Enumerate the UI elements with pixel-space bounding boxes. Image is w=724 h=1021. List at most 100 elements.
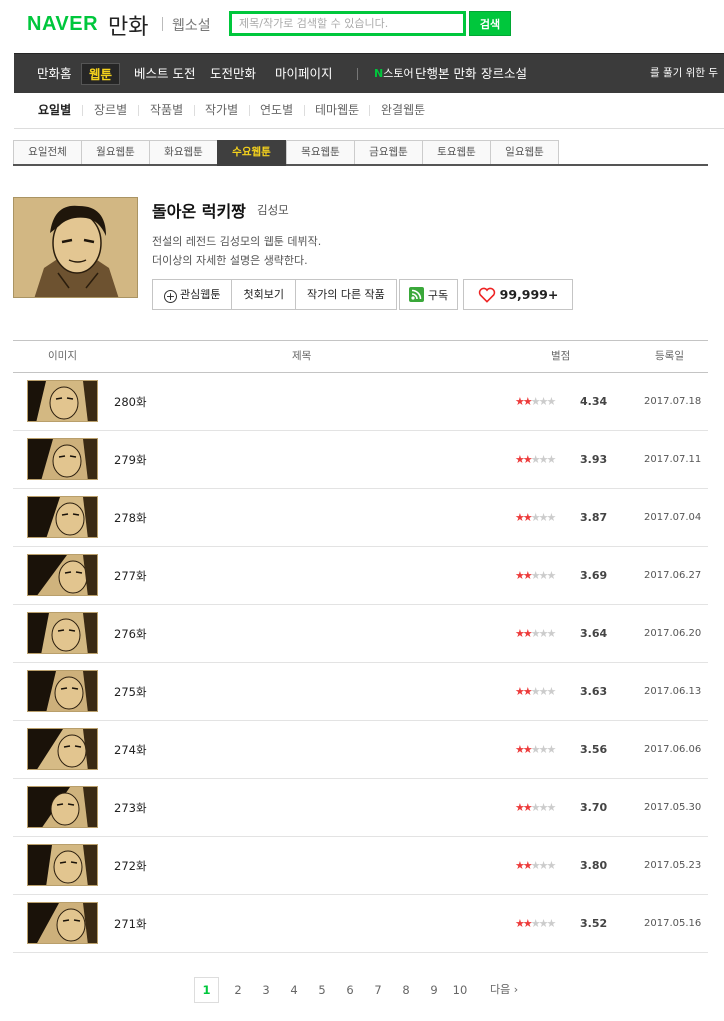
tab-sunday[interactable]: 일요웹툰 — [490, 140, 559, 164]
table-row[interactable]: 271화 ★★★★★ 3.52 2017.05.16 — [13, 895, 708, 953]
search-input[interactable] — [232, 14, 463, 33]
episode-title[interactable]: 279화 — [114, 431, 147, 489]
page-9-link[interactable]: 9 — [424, 977, 444, 1003]
comic-author[interactable]: 김성모 — [257, 202, 289, 218]
tab-thursday[interactable]: 목요웹툰 — [286, 140, 355, 164]
manhwa-logo[interactable]: 만화 — [108, 9, 148, 41]
comic-desc-line: 더이상의 자세한 설명은 생략한다. — [152, 254, 308, 267]
nav-webtoon[interactable]: 웹툰 — [81, 63, 121, 85]
tab-wednesday[interactable]: 수요웹툰 — [217, 140, 286, 166]
star-filled-icon: ★ — [522, 569, 533, 582]
table-row[interactable]: 274화 ★★★★★ 3.56 2017.06.06 — [13, 721, 708, 779]
episode-date: 2017.06.20 — [644, 628, 702, 639]
rss-subscribe-button[interactable]: 구독 — [399, 279, 458, 310]
nav-banner-text[interactable]: 를 풀기 위한 두 — [650, 54, 718, 93]
table-row[interactable]: 276화 ★★★★★ 3.64 2017.06.20 — [13, 605, 708, 663]
star-empty-icon: ★ — [530, 395, 541, 408]
star-filled-icon: ★ — [522, 627, 533, 640]
episode-title[interactable]: 273화 — [114, 779, 147, 837]
subnav-by-year[interactable]: 연도별 — [260, 93, 293, 128]
page-6-link[interactable]: 6 — [340, 977, 360, 1003]
table-row[interactable]: 275화 ★★★★★ 3.63 2017.06.13 — [13, 663, 708, 721]
nav-challenge[interactable]: 도전만화 — [210, 54, 256, 93]
star-empty-icon: ★ — [538, 569, 549, 582]
table-row[interactable]: 279화 ★★★★★ 3.93 2017.07.11 — [13, 431, 708, 489]
table-row[interactable]: 272화 ★★★★★ 3.80 2017.05.23 — [13, 837, 708, 895]
episode-thumbnail[interactable] — [27, 554, 98, 596]
rss-icon — [408, 287, 424, 302]
favorite-button[interactable]: + 관심웹툰 — [153, 280, 231, 309]
episode-thumbnail[interactable] — [27, 612, 98, 654]
page-4-link[interactable]: 4 — [284, 977, 304, 1003]
episode-title[interactable]: 275화 — [114, 663, 147, 721]
episode-title[interactable]: 280화 — [114, 373, 147, 431]
episode-thumbnail[interactable] — [27, 728, 98, 770]
nav-nstore[interactable]: N스토어 › — [374, 54, 419, 93]
episode-thumbnail[interactable] — [27, 496, 98, 538]
episode-title[interactable]: 276화 — [114, 605, 147, 663]
episode-thumbnail[interactable] — [27, 380, 98, 422]
star-filled-icon: ★ — [522, 685, 533, 698]
nav-manhwa-home[interactable]: 만화홈 — [37, 54, 72, 93]
search-box — [229, 11, 466, 36]
page-1-link[interactable]: 1 — [194, 977, 219, 1003]
nav-best-challenge[interactable]: 베스트 도전 — [134, 54, 195, 93]
episode-thumbnail[interactable] — [27, 844, 98, 886]
tab-tuesday[interactable]: 화요웹툰 — [149, 140, 218, 164]
table-row[interactable]: 277화 ★★★★★ 3.69 2017.06.27 — [13, 547, 708, 605]
subnav-completed[interactable]: 완결웹툰 — [381, 93, 425, 128]
episode-title[interactable]: 274화 — [114, 721, 147, 779]
webnovel-link[interactable]: 웹소설 — [172, 15, 211, 35]
tab-saturday[interactable]: 토요웹툰 — [422, 140, 491, 164]
episode-thumbnail[interactable] — [27, 902, 98, 944]
episode-thumbnail[interactable] — [27, 670, 98, 712]
subnav-by-work[interactable]: 작품별 — [150, 93, 183, 128]
tab-friday[interactable]: 금요웹툰 — [354, 140, 423, 164]
star-filled-icon: ★ — [522, 801, 533, 814]
like-button[interactable]: 99,999+ — [463, 279, 573, 310]
comic-desc-line: 전설의 레전드 김성모의 웹툰 데뷔작. — [152, 235, 322, 248]
next-page-label: 다음 — [490, 983, 511, 996]
page-7-link[interactable]: 7 — [368, 977, 388, 1003]
page-2-link[interactable]: 2 — [228, 977, 248, 1003]
episode-thumbnail[interactable] — [27, 438, 98, 480]
main-nav: 만화홈 웹툰 베스트 도전 도전만화 마이페이지 N스토어 › 단행본 만화 장르… — [14, 53, 724, 93]
page-3-link[interactable]: 3 — [256, 977, 276, 1003]
comic-action-buttons: + 관심웹툰 첫회보기 작가의 다른 작품 — [152, 279, 397, 310]
tab-all-days[interactable]: 요일전체 — [13, 140, 82, 164]
episode-title[interactable]: 271화 — [114, 895, 147, 953]
table-row[interactable]: 273화 ★★★★★ 3.70 2017.05.30 — [13, 779, 708, 837]
star-filled-icon: ★ — [515, 801, 525, 814]
next-page-link[interactable]: 다음 › — [490, 977, 518, 1003]
pagination: 1 2 3 4 5 6 7 8 9 10 다음 › — [0, 977, 724, 1003]
table-row[interactable]: 278화 ★★★★★ 3.87 2017.07.04 — [13, 489, 708, 547]
page-10-link[interactable]: 10 — [450, 977, 470, 1003]
nav-genre-novel[interactable]: 장르소설 — [481, 54, 527, 93]
episode-thumbnail[interactable] — [27, 786, 98, 828]
episode-title[interactable]: 272화 — [114, 837, 147, 895]
page-5-link[interactable]: 5 — [312, 977, 332, 1003]
episode-title[interactable]: 277화 — [114, 547, 147, 605]
episode-score: 3.80 — [580, 859, 608, 872]
tab-monday[interactable]: 월요웹툰 — [81, 140, 150, 164]
subnav-by-day[interactable]: 요일별 — [38, 93, 71, 128]
search-button[interactable]: 검색 — [469, 11, 511, 36]
first-episode-button[interactable]: 첫회보기 — [231, 280, 294, 309]
subnav-by-author[interactable]: 작가별 — [205, 93, 238, 128]
star-empty-icon: ★ — [538, 627, 549, 640]
sub-nav: 요일별 장르별 작품별 작가별 연도별 테마웹툰 완결웹툰 — [14, 93, 724, 129]
author-other-works-button[interactable]: 작가의 다른 작품 — [294, 280, 396, 309]
table-row[interactable]: 280화 ★★★★★ 4.34 2017.07.18 — [13, 373, 708, 431]
page-8-link[interactable]: 8 — [396, 977, 416, 1003]
subnav-theme[interactable]: 테마웹툰 — [315, 93, 359, 128]
episode-score: 3.87 — [580, 511, 608, 524]
episode-title[interactable]: 278화 — [114, 489, 147, 547]
naver-logo[interactable]: NAVER — [27, 13, 98, 36]
star-empty-icon: ★ — [546, 395, 557, 408]
nav-mypage[interactable]: 마이페이지 — [275, 54, 333, 93]
episode-score: 3.93 — [580, 453, 608, 466]
nav-book-comic[interactable]: 단행본 만화 — [415, 54, 476, 93]
col-title: 제목 — [292, 350, 312, 362]
subnav-by-genre[interactable]: 장르별 — [94, 93, 127, 128]
subnav-divider — [249, 105, 250, 116]
